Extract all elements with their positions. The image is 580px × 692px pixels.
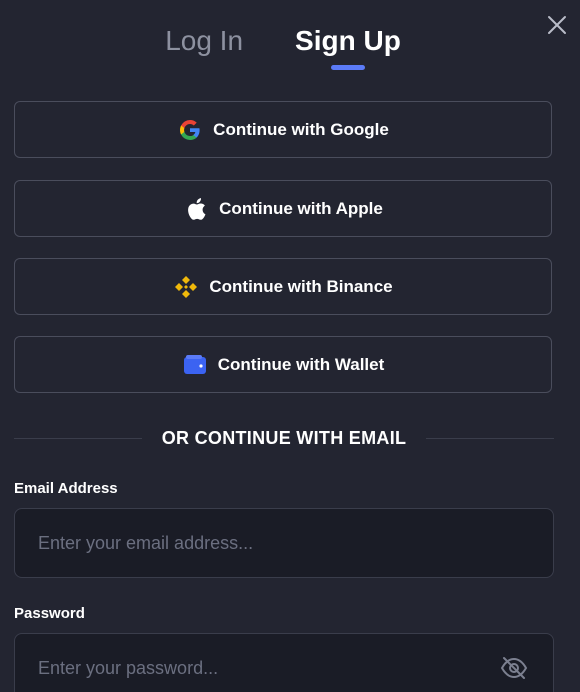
email-divider: OR CONTINUE WITH EMAIL (14, 424, 554, 452)
apple-button-label: Continue with Apple (219, 198, 383, 218)
tab-login[interactable]: Log In (165, 24, 243, 72)
continue-with-wallet-button[interactable]: Continue with Wallet (14, 336, 552, 393)
toggle-password-visibility-button[interactable] (497, 651, 531, 685)
continue-with-google-button[interactable]: Continue with Google (14, 101, 552, 158)
signup-modal: Log In Sign Up Continue with Google Cont… (0, 0, 580, 692)
password-field[interactable] (15, 633, 497, 692)
divider-line-right (426, 437, 554, 439)
google-icon (177, 117, 203, 143)
email-label: Email Address (14, 480, 118, 497)
eye-off-icon (500, 657, 528, 679)
password-label: Password (14, 605, 85, 622)
google-button-label: Continue with Google (213, 119, 389, 139)
active-tab-indicator (330, 65, 365, 70)
tab-signup-label: Sign Up (295, 25, 401, 56)
tab-signup[interactable]: Sign Up (295, 24, 401, 72)
tab-login-label: Log In (165, 25, 244, 56)
wallet-button-label: Continue with Wallet (217, 354, 385, 374)
auth-tabs: Log In Sign Up (0, 24, 566, 72)
binance-button-label: Continue with Binance (209, 276, 393, 296)
wallet-icon (182, 352, 208, 378)
email-field-container (14, 508, 554, 578)
continue-with-apple-button[interactable]: Continue with Apple (14, 180, 552, 237)
divider-text: OR CONTINUE WITH EMAIL (161, 427, 407, 448)
email-field[interactable] (15, 508, 553, 578)
divider-line-left (14, 437, 142, 439)
continue-with-binance-button[interactable]: Continue with Binance (14, 258, 552, 315)
password-field-container (14, 633, 554, 692)
apple-icon (183, 196, 209, 222)
binance-icon (173, 274, 199, 300)
